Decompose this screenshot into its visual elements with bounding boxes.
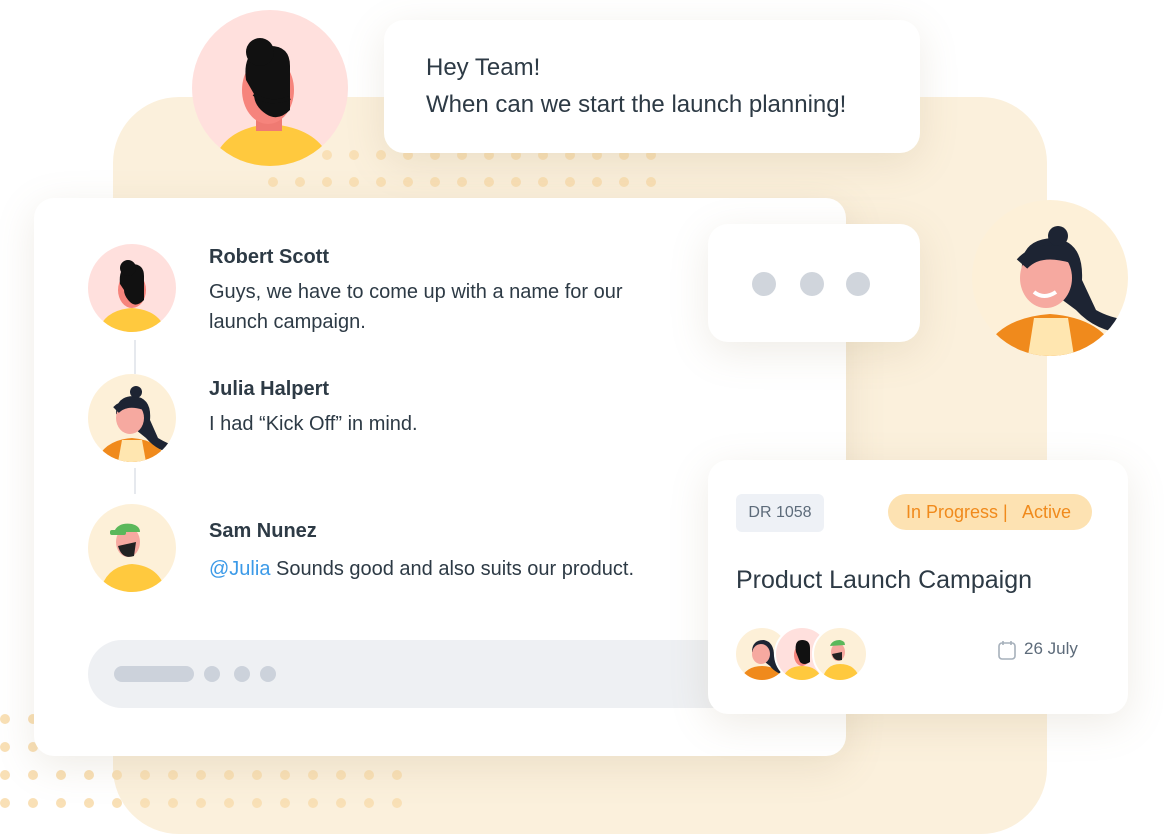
decor-dot [308, 770, 318, 780]
decor-dot [28, 798, 38, 808]
decor-dot [364, 798, 374, 808]
typing-dot [846, 272, 870, 296]
decor-dot [336, 798, 346, 808]
decor-dot [84, 798, 94, 808]
thread-connector [134, 340, 136, 374]
decor-dot [457, 177, 467, 187]
decor-dot [592, 177, 602, 187]
decor-dot [565, 177, 575, 187]
decor-dot [336, 770, 346, 780]
decor-dot [56, 798, 66, 808]
decor-dot [403, 177, 413, 187]
decor-dot [140, 798, 150, 808]
decor-dot [619, 177, 629, 187]
calendar-icon [998, 641, 1016, 660]
task-card[interactable]: DR 1058 In Progress | Active Product Lau… [708, 460, 1128, 714]
decor-dot [538, 177, 548, 187]
message-text-rest: Sounds good and also suits our product. [270, 558, 635, 580]
decor-dot [376, 150, 386, 160]
message-text-line: launch campaign. [209, 311, 366, 333]
message-author: Julia Halpert [209, 378, 330, 400]
typing-dot [800, 272, 824, 296]
decor-dot [268, 177, 278, 187]
woman-bun-avatar[interactable] [88, 374, 176, 462]
input-placeholder-dot [234, 666, 250, 682]
message-author: Sam Nunez [209, 520, 317, 542]
decor-dot [0, 742, 10, 752]
input-placeholder-dot [260, 666, 276, 682]
message-text: Guys, we have to come up with a name for… [209, 277, 679, 337]
decor-dot [0, 798, 10, 808]
due-date-text: 26 July [1024, 639, 1078, 658]
bubble-line-1: Hey Team! [426, 54, 541, 81]
input-placeholder-pill [114, 666, 194, 682]
decor-dot [196, 770, 206, 780]
decor-dot [511, 177, 521, 187]
decor-dot [196, 798, 206, 808]
input-placeholder-dot [204, 666, 220, 682]
decor-dot [430, 177, 440, 187]
message-text-line: Guys, we have to come up with a name for… [209, 281, 623, 303]
status-badge[interactable]: In Progress | Active [888, 494, 1092, 530]
decor-dot [349, 177, 359, 187]
decor-dot [84, 770, 94, 780]
task-title: Product Launch Campaign [736, 566, 1033, 594]
task-id-badge: DR 1058 [736, 494, 824, 532]
message-text: I had “Kick Off” in mind. [209, 413, 418, 435]
message-input[interactable] [88, 640, 768, 708]
speech-bubble: Hey Team! When can we start the launch p… [384, 20, 920, 153]
decor-dot [112, 770, 122, 780]
decor-dot [224, 798, 234, 808]
message-text: @Julia Sounds good and also suits our pr… [209, 554, 679, 584]
decor-dot [349, 150, 359, 160]
decor-dot [0, 714, 10, 724]
decor-dot [0, 770, 10, 780]
decor-dot [224, 770, 234, 780]
thread-connector [134, 468, 136, 494]
bubble-line-2: When can we start the launch planning! [426, 91, 847, 118]
typing-dot [752, 272, 776, 296]
mention-link[interactable]: @Julia [209, 558, 270, 580]
decor-dot [484, 177, 494, 187]
typing-indicator [708, 224, 920, 342]
decor-dot [322, 150, 332, 160]
decor-dot [140, 770, 150, 780]
man-cap-avatar-small [812, 626, 868, 682]
decor-dot [56, 770, 66, 780]
bearded-man-avatar[interactable] [88, 244, 176, 332]
decor-dot [322, 177, 332, 187]
decor-dot [252, 798, 262, 808]
decor-dot [392, 798, 402, 808]
decor-dot [252, 770, 262, 780]
message-author: Robert Scott [209, 246, 329, 268]
decor-dot [280, 798, 290, 808]
decor-dot [646, 177, 656, 187]
man-cap-avatar[interactable] [88, 504, 176, 592]
status-progress: In Progress | [906, 502, 1008, 522]
decor-dot [168, 798, 178, 808]
status-active: Active [1022, 502, 1072, 522]
decor-dot [295, 177, 305, 187]
decor-dot [280, 770, 290, 780]
decor-dot [28, 770, 38, 780]
decor-dot [308, 798, 318, 808]
bearded-man-avatar-large [192, 10, 348, 166]
decor-dot [392, 770, 402, 780]
decor-dot [376, 177, 386, 187]
decor-dot [168, 770, 178, 780]
decor-dot [112, 798, 122, 808]
decor-dot [364, 770, 374, 780]
woman-bun-avatar-large [972, 200, 1128, 356]
